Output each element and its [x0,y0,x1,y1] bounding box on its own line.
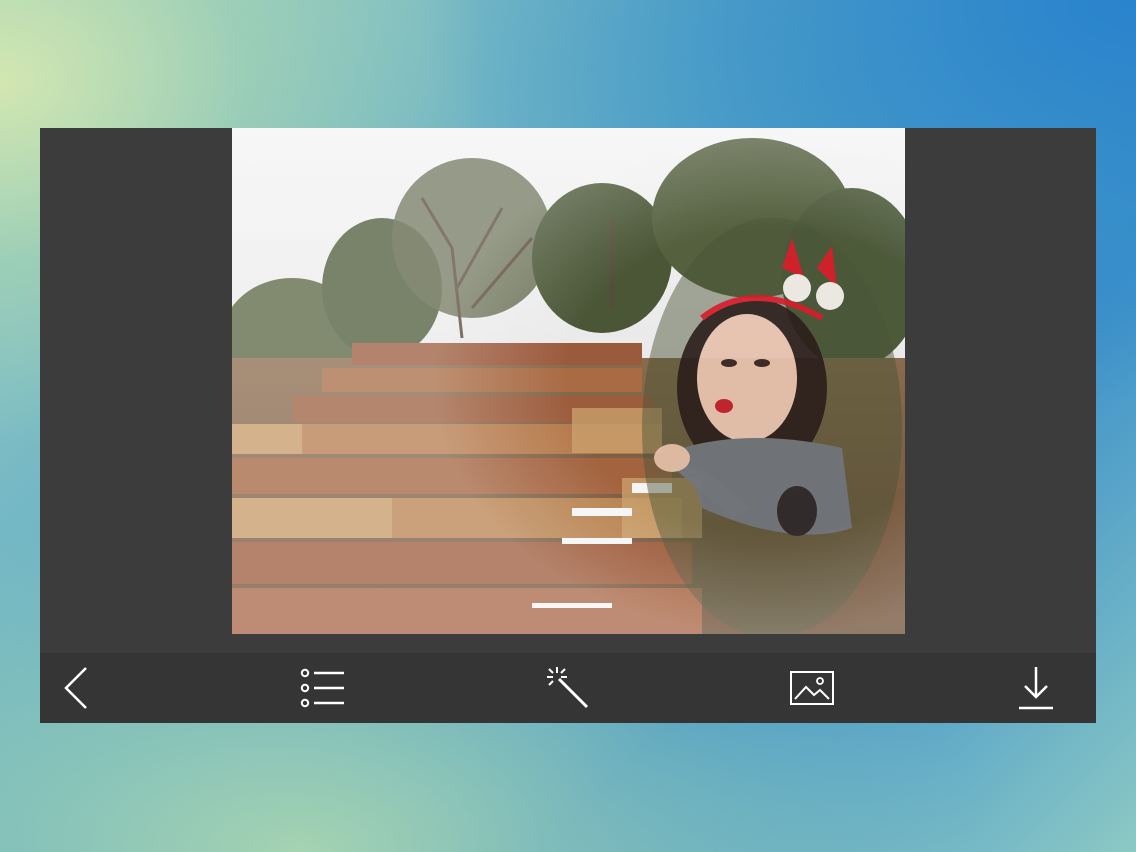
image-button[interactable]: image-icon [777,653,847,723]
editor-panel [40,128,1096,653]
back-button[interactable]: chevron-left-icon [42,653,112,723]
magic-wand-icon [547,667,589,709]
image-icon [790,671,834,705]
download-button[interactable]: download-icon [1001,653,1071,723]
photo-canvas [232,128,905,634]
list-button[interactable]: list-icon [288,653,358,723]
download-icon [1019,667,1053,710]
magic-wand-button[interactable]: magic-wand-icon [533,653,603,723]
list-icon [300,668,344,708]
edited-photo[interactable] [232,128,905,634]
bottom-toolbar: chevron-left-icon list-icon magic-wand-i… [40,653,1096,723]
chevron-left-icon [64,667,87,709]
